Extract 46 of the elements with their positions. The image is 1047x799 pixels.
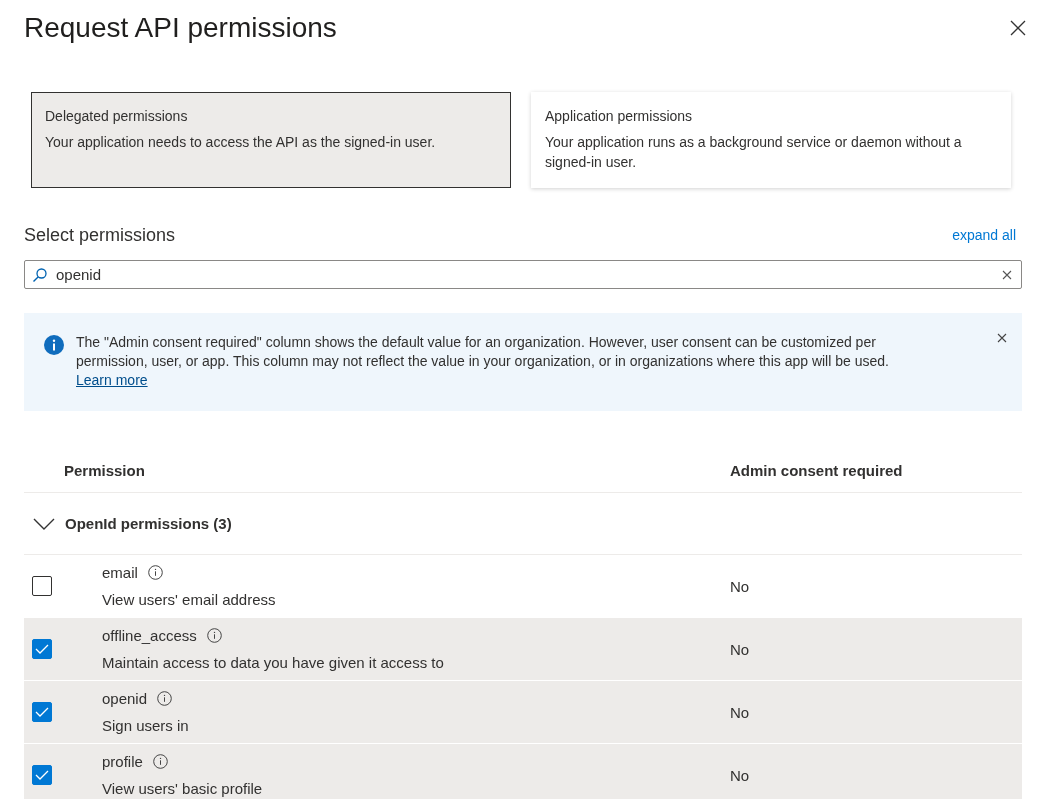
expand-all-link[interactable]: expand all	[952, 227, 1016, 243]
info-icon[interactable]	[152, 754, 168, 769]
card-title: Application permissions	[545, 108, 694, 124]
permission-name: openid	[102, 690, 148, 707]
table-cell: No	[730, 766, 750, 784]
group-row[interactable]: OpenId permissions (3)	[24, 493, 1022, 555]
info-message: The "Admin consent required" column shows the default value for an organization. However, user consent can be customized per permission, user, or app. This column may not reflect the value in your organization, or in organizations where this app will be used. Learn more	[76, 333, 890, 390]
permission-type-card[interactable]: Application permissions Your application runs as a background service or daemon without a signed-in user.	[531, 92, 1011, 188]
learn-more-link[interactable]: Learn more	[76, 372, 148, 388]
permission-row[interactable]: offline_access Maintain access to data you have given it access to No	[24, 618, 1022, 681]
column-header: Admin consent required	[730, 462, 903, 479]
permission-description: Maintain access to data you have given it access to	[102, 654, 445, 671]
card-description: Your application runs as a background service or daemon without a signed-in user.	[545, 133, 963, 172]
card-description: Your application needs to access the API as the signed-in user.	[45, 133, 437, 152]
check-icon	[35, 644, 49, 654]
clear-icon[interactable]	[1002, 270, 1012, 280]
check-icon	[35, 707, 49, 717]
check-icon	[35, 770, 49, 780]
permission-name: email	[102, 564, 138, 581]
permission-row[interactable]: profile View users' basic profile No	[24, 744, 1022, 799]
permission-type-card[interactable]: Delegated permissions Your application needs to access the API as the signed-in user.	[31, 92, 511, 188]
checkbox[interactable]	[32, 765, 52, 785]
checkbox[interactable]	[32, 576, 52, 596]
checkbox[interactable]	[32, 639, 52, 659]
info-icon[interactable]	[157, 691, 173, 706]
checkbox[interactable]	[32, 702, 52, 722]
table-cell: No	[730, 703, 750, 721]
close-icon[interactable]	[997, 333, 1007, 343]
section-heading: Select permissions	[24, 224, 176, 246]
permission-row[interactable]: openid Sign users in No	[24, 681, 1022, 744]
search-field[interactable]: openid	[24, 260, 1022, 289]
panel-title: Request API permissions	[24, 12, 337, 44]
info-icon[interactable]	[147, 565, 163, 580]
info-icon	[44, 335, 64, 355]
permission-name: offline_access	[102, 627, 197, 644]
table-cell: No	[730, 577, 750, 595]
permission-description: Sign users in	[102, 717, 190, 734]
table-cell: No	[730, 640, 750, 658]
permission-description: View users' basic profile	[102, 780, 264, 797]
column-header: Permission	[64, 462, 146, 479]
permission-name: profile	[102, 753, 143, 770]
search-icon	[32, 267, 48, 283]
chevron-icon	[33, 517, 55, 530]
info-icon[interactable]	[206, 628, 222, 643]
card-title: Delegated permissions	[45, 108, 189, 124]
permission-description: View users' email address	[102, 591, 277, 608]
